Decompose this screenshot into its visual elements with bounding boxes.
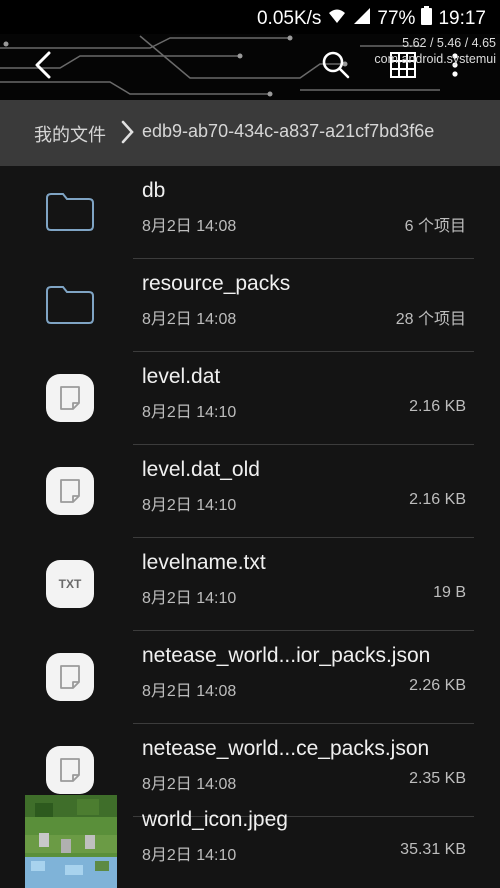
chevron-right-icon [120,120,134,149]
file-size: 6 个项目 [404,218,466,235]
file-icon-wrap [44,465,96,517]
file-name: netease_world...ior_packs.json [142,644,431,667]
wifi-icon [327,7,347,31]
file-icon-wrap [44,744,96,796]
file-size: 2.16 KB [409,398,466,415]
file-size: 19 B [433,584,466,601]
file-date: 8月2日 14:08 [142,311,237,328]
breadcrumb: 我的文件 edb9-ab70-434c-a837-a21cf7bd3f6e [0,100,500,166]
file-name: level.dat_old [142,458,260,481]
file-list: db 8月2日 14:08 6 个项目 resource_packs 8月2日 … [0,166,500,888]
file-row-level-dat-old[interactable]: level.dat_old 8月2日 14:10 2.16 KB [0,445,500,538]
file-date: 8月2日 14:10 [142,404,237,421]
document-icon [46,746,94,794]
file-date: 8月2日 14:08 [142,776,237,793]
breadcrumb-current-folder[interactable]: edb9-ab70-434c-a837-a21cf7bd3f6e [142,121,434,142]
chevron-left-icon [34,51,52,84]
file-size: 2.16 KB [409,491,466,508]
file-row-level-dat[interactable]: level.dat 8月2日 14:10 2.16 KB [0,352,500,445]
file-row-resource-packs[interactable]: resource_packs 8月2日 14:08 28 个项目 [0,259,500,352]
file-icon-wrap [44,651,96,703]
image-thumbnail [25,795,117,888]
file-size: 28 个项目 [395,311,466,328]
txt-badge: TXT [58,577,82,591]
file-icon-wrap [44,372,96,424]
clock: 19:17 [438,7,486,29]
file-row-world-icon[interactable]: world_icon.jpeg 8月2日 14:10 35.31 KB [0,795,500,888]
file-date: 8月2日 14:08 [142,218,237,235]
battery-percent: 77% [377,7,416,29]
file-date: 8月2日 14:10 [142,590,237,607]
file-name: db [142,179,166,202]
file-name: level.dat [142,365,221,388]
document-icon [46,467,94,515]
file-icon-wrap: TXT [44,558,96,610]
folder-icon [44,279,96,331]
file-row-db[interactable]: db 8月2日 14:08 6 个项目 [0,166,500,259]
file-date: 8月2日 14:10 [142,847,237,864]
signal-icon [353,7,371,31]
file-size: 35.31 KB [400,841,466,858]
process-name: com.android.systemui [374,52,496,66]
file-size: 2.35 KB [409,770,466,787]
cpu-load-text: 5.62 / 5.46 / 4.65 [402,36,496,50]
battery-icon [421,6,433,31]
folder-icon [44,186,96,238]
file-size: 2.26 KB [409,677,466,694]
back-button[interactable] [20,44,66,90]
network-speed: 0.05K/s [256,7,322,29]
status-bar: 0.05K/s 77% 19:17 [0,0,500,34]
document-icon [46,653,94,701]
file-name: world_icon.jpeg [142,808,288,831]
search-button[interactable] [313,44,359,90]
file-date: 8月2日 14:08 [142,683,237,700]
file-name: netease_world...ce_packs.json [142,737,430,760]
file-name: resource_packs [142,272,291,295]
breadcrumb-root[interactable]: 我的文件 [34,121,106,147]
document-icon [46,374,94,422]
file-name: levelname.txt [142,551,266,574]
search-icon [322,51,350,84]
file-date: 8月2日 14:10 [142,497,237,514]
cpu-load-overlay: 5.62 / 5.46 / 4.65 com.android.systemui [374,35,496,67]
file-row-levelname-txt[interactable]: TXT levelname.txt 8月2日 14:10 19 B [0,538,500,631]
file-row-behavior-packs-json[interactable]: netease_world...ior_packs.json 8月2日 14:0… [0,631,500,724]
txt-file-icon: TXT [46,560,94,608]
